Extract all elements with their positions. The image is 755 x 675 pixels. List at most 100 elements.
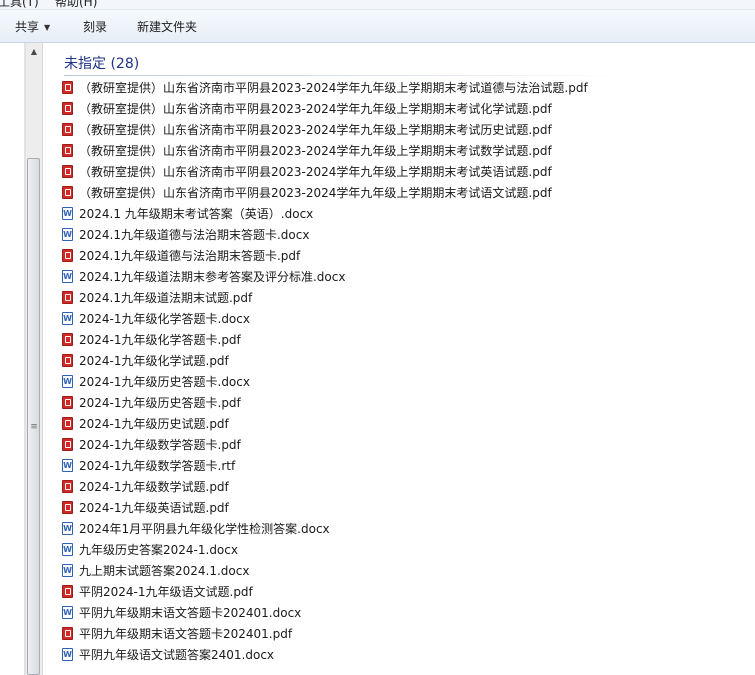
file-name: 平阴九年级期末语文答题卡202401.docx: [79, 606, 302, 620]
word-file-icon: [62, 522, 73, 535]
new-folder-button[interactable]: 新建文件夹: [137, 18, 197, 36]
file-list-pane: 未指定 (28) （教研室提供）山东省济南市平阴县2023-2024学年九年级上…: [42, 43, 755, 675]
file-row[interactable]: 2024-1九年级数学试题.pdf: [62, 476, 588, 497]
file-row[interactable]: 九上期末试题答案2024.1.docx: [62, 560, 588, 581]
navigation-pane: [0, 43, 25, 675]
file-row[interactable]: 九年级历史答案2024-1.docx: [62, 539, 588, 560]
file-row[interactable]: 平阴九年级语文试题答案2401.docx: [62, 644, 588, 665]
file-row[interactable]: （教研室提供）山东省济南市平阴县2023-2024学年九年级上学期期末考试数学试…: [62, 140, 588, 161]
file-name: 2024-1九年级英语试题.pdf: [79, 501, 229, 515]
file-name: 2024-1九年级化学试题.pdf: [79, 354, 229, 368]
file-row[interactable]: （教研室提供）山东省济南市平阴县2023-2024学年九年级上学期期末考试英语试…: [62, 161, 588, 182]
file-name: 九年级历史答案2024-1.docx: [79, 543, 238, 557]
file-name: 2024.1九年级道德与法治期末答题卡.docx: [79, 228, 310, 242]
word-file-icon: [62, 375, 73, 388]
file-row[interactable]: 2024.1九年级道德与法治期末答题卡.docx: [62, 224, 588, 245]
menu-help[interactable]: 帮助(H): [55, 0, 97, 9]
pdf-file-icon: [62, 480, 73, 493]
file-row[interactable]: 2024.1九年级道法期末试题.pdf: [62, 287, 588, 308]
file-row[interactable]: 平阴九年级期末语文答题卡202401.docx: [62, 602, 588, 623]
scroll-up-arrow-icon[interactable]: ▲: [26, 43, 42, 60]
word-file-icon: [62, 648, 73, 661]
pdf-file-icon: [62, 249, 73, 262]
file-name: 2024-1九年级历史答题卡.pdf: [79, 396, 241, 410]
file-name: 平阴九年级语文试题答案2401.docx: [79, 648, 275, 662]
pdf-file-icon: [62, 585, 73, 598]
file-row[interactable]: 2024.1九年级道德与法治期末答题卡.pdf: [62, 245, 588, 266]
word-file-icon: [62, 564, 73, 577]
burn-button[interactable]: 刻录: [83, 18, 107, 36]
file-name: 2024-1九年级数学答题卡.pdf: [79, 438, 241, 452]
file-name: 2024-1九年级数学试题.pdf: [79, 480, 229, 494]
word-file-icon: [62, 543, 73, 556]
file-name: （教研室提供）山东省济南市平阴县2023-2024学年九年级上学期期末考试英语试…: [79, 165, 552, 179]
file-row[interactable]: 2024-1九年级英语试题.pdf: [62, 497, 588, 518]
file-name: 2024.1九年级道德与法治期末答题卡.pdf: [79, 249, 301, 263]
pdf-file-icon: [62, 333, 73, 346]
file-row[interactable]: （教研室提供）山东省济南市平阴县2023-2024学年九年级上学期期末考试历史试…: [62, 119, 588, 140]
file-row[interactable]: 2024.1九年级道法期末参考答案及评分标准.docx: [62, 266, 588, 287]
file-row[interactable]: （教研室提供）山东省济南市平阴县2023-2024学年九年级上学期期末考试语文试…: [62, 182, 588, 203]
file-row[interactable]: 2024-1九年级历史答题卡.docx: [62, 371, 588, 392]
scrollbar-thumb[interactable]: ≡: [27, 158, 40, 675]
file-name: 平阴2024-1九年级语文试题.pdf: [79, 585, 253, 599]
file-list: （教研室提供）山东省济南市平阴县2023-2024学年九年级上学期期末考试道德与…: [62, 77, 588, 665]
pdf-file-icon: [62, 396, 73, 409]
file-name: 2024.1九年级道法期末试题.pdf: [79, 291, 253, 305]
file-name: 2024-1九年级数学答题卡.rtf: [79, 459, 236, 473]
pdf-file-icon: [62, 123, 73, 136]
file-row[interactable]: 2024-1九年级历史答题卡.pdf: [62, 392, 588, 413]
file-row[interactable]: 2024.1 九年级期末考试答案（英语）.docx: [62, 203, 588, 224]
file-row[interactable]: （教研室提供）山东省济南市平阴县2023-2024学年九年级上学期期末考试道德与…: [62, 77, 588, 98]
command-toolbar: 共享 ▼ 刻录 新建文件夹: [0, 10, 755, 43]
file-row[interactable]: 2024-1九年级历史试题.pdf: [62, 413, 588, 434]
file-name: 九上期末试题答案2024.1.docx: [79, 564, 250, 578]
pdf-file-icon: [62, 102, 73, 115]
file-row[interactable]: 2024-1九年级化学试题.pdf: [62, 350, 588, 371]
menu-tools[interactable]: 工具(T): [0, 0, 39, 9]
pdf-file-icon: [62, 81, 73, 94]
pdf-file-icon: [62, 291, 73, 304]
file-name: （教研室提供）山东省济南市平阴县2023-2024学年九年级上学期期末考试历史试…: [79, 123, 552, 137]
group-header[interactable]: 未指定 (28): [64, 53, 139, 73]
file-row[interactable]: （教研室提供）山东省济南市平阴县2023-2024学年九年级上学期期末考试化学试…: [62, 98, 588, 119]
menu-bar: 工具(T) 帮助(H): [0, 0, 755, 10]
file-name: 2024.1 九年级期末考试答案（英语）.docx: [79, 207, 314, 221]
pdf-file-icon: [62, 165, 73, 178]
file-name: （教研室提供）山东省济南市平阴县2023-2024学年九年级上学期期末考试道德与…: [79, 81, 588, 95]
file-name: 2024-1九年级历史试题.pdf: [79, 417, 229, 431]
file-row[interactable]: 2024-1九年级数学答题卡.rtf: [62, 455, 588, 476]
navigation-pane-scrollbar[interactable]: ▲ ≡: [25, 43, 43, 675]
file-name: 2024.1九年级道法期末参考答案及评分标准.docx: [79, 270, 346, 284]
pdf-file-icon: [62, 438, 73, 451]
file-name: 2024年1月平阴县九年级化学性检测答案.docx: [79, 522, 330, 536]
pdf-file-icon: [62, 501, 73, 514]
file-name: 2024-1九年级化学答题卡.docx: [79, 312, 250, 326]
share-button-label: 共享: [15, 20, 40, 34]
word-file-icon: [62, 312, 73, 325]
pdf-file-icon: [62, 417, 73, 430]
file-row[interactable]: 2024-1九年级化学答题卡.pdf: [62, 329, 588, 350]
word-file-icon: [62, 207, 73, 220]
file-name: （教研室提供）山东省济南市平阴县2023-2024学年九年级上学期期末考试数学试…: [79, 144, 552, 158]
file-name: 平阴九年级期末语文答题卡202401.pdf: [79, 627, 293, 641]
file-row[interactable]: 2024年1月平阴县九年级化学性检测答案.docx: [62, 518, 588, 539]
word-file-icon: [62, 270, 73, 283]
grip-icon: ≡: [30, 422, 38, 432]
pdf-file-icon: [62, 144, 73, 157]
file-row[interactable]: 2024-1九年级数学答题卡.pdf: [62, 434, 588, 455]
chevron-down-icon: ▼: [44, 23, 51, 32]
file-row[interactable]: 平阴2024-1九年级语文试题.pdf: [62, 581, 588, 602]
share-button[interactable]: 共享 ▼: [15, 18, 50, 36]
file-name: （教研室提供）山东省济南市平阴县2023-2024学年九年级上学期期末考试语文试…: [79, 186, 552, 200]
group-divider: [64, 75, 624, 76]
pdf-file-icon: [62, 186, 73, 199]
pdf-file-icon: [62, 354, 73, 367]
file-name: （教研室提供）山东省济南市平阴县2023-2024学年九年级上学期期末考试化学试…: [79, 102, 552, 116]
file-name: 2024-1九年级化学答题卡.pdf: [79, 333, 241, 347]
pdf-file-icon: [62, 627, 73, 640]
file-row[interactable]: 2024-1九年级化学答题卡.docx: [62, 308, 588, 329]
word-file-icon: [62, 606, 73, 619]
word-file-icon: [62, 228, 73, 241]
file-row[interactable]: 平阴九年级期末语文答题卡202401.pdf: [62, 623, 588, 644]
